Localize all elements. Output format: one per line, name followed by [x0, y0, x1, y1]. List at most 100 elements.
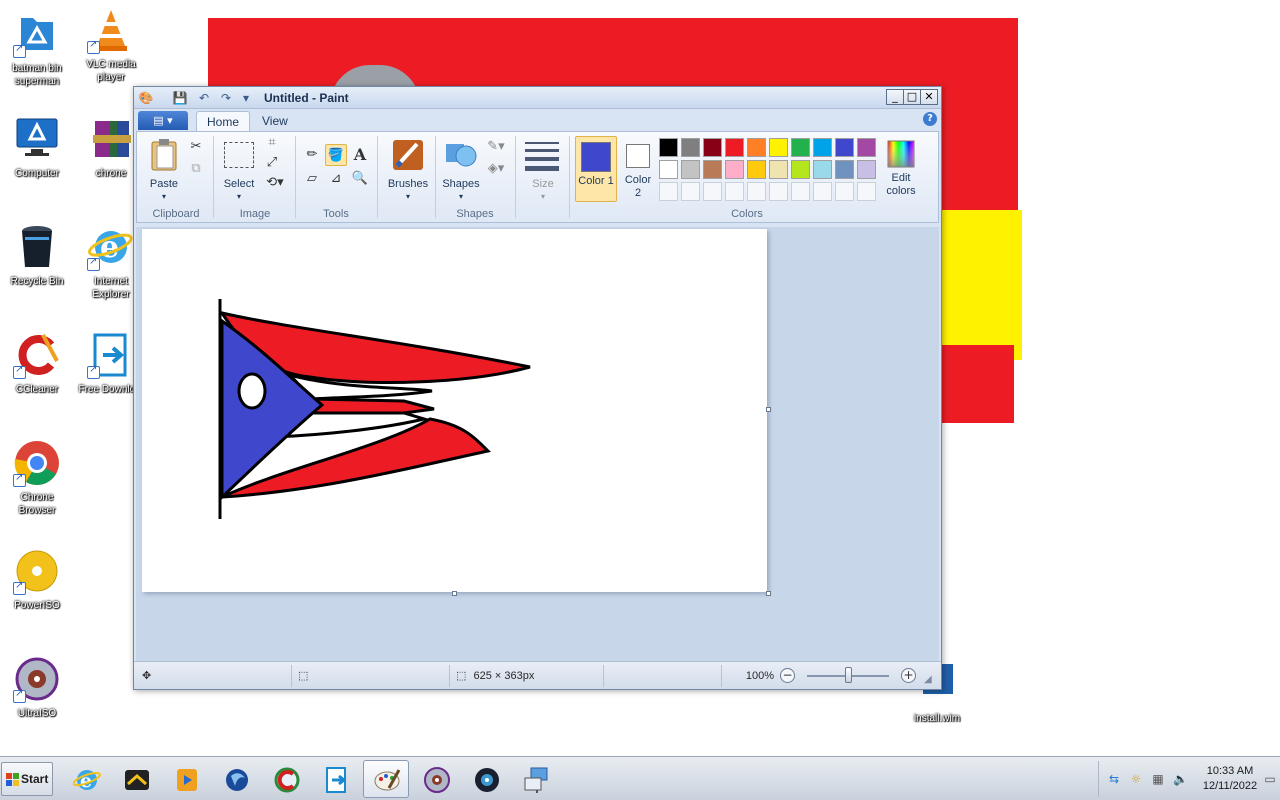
canvas-work-area[interactable] — [136, 227, 939, 661]
redo-icon[interactable]: ↷ — [218, 90, 234, 106]
palette-swatch[interactable] — [703, 160, 722, 179]
palette-swatch-empty[interactable] — [769, 182, 788, 201]
taskbar-button-free-download-manager[interactable] — [313, 760, 359, 798]
canvas-resize-handle-corner[interactable] — [766, 591, 771, 596]
taskbar-button-media-center[interactable] — [113, 760, 159, 798]
taskbar-button-poweriso[interactable] — [463, 760, 509, 798]
title-bar[interactable]: 🎨 💾 ↶ ↷ ▾ Untitled - Paint _ □ ✕ — [134, 87, 941, 109]
palette-swatch[interactable] — [857, 138, 876, 157]
taskbar-button-media-player[interactable] — [163, 760, 209, 798]
palette-swatch-empty[interactable] — [835, 182, 854, 201]
paint-window[interactable]: 🎨 💾 ↶ ↷ ▾ Untitled - Paint _ □ ✕ ▤ ▾ Hom… — [133, 86, 942, 690]
palette-swatch-empty[interactable] — [813, 182, 832, 201]
resize-grip-icon[interactable]: ◢ — [924, 674, 932, 685]
taskbar-button-ultraiso[interactable] — [413, 760, 459, 798]
tray-notification-icon[interactable]: ☼ — [1129, 772, 1143, 786]
palette-swatch-empty[interactable] — [857, 182, 876, 201]
start-button[interactable]: Start — [1, 762, 53, 796]
desktop-icon-recycle-bin[interactable]: Recycle Bin — [2, 223, 72, 288]
palette-swatch[interactable] — [725, 138, 744, 157]
tab-view[interactable]: View — [252, 111, 298, 131]
palette-swatch[interactable] — [681, 138, 700, 157]
select-button[interactable]: Select ▾ — [219, 136, 259, 203]
canvas-resize-handle-bottom[interactable] — [452, 591, 457, 596]
show-desktop-icon[interactable]: ▭ — [1263, 772, 1277, 786]
taskbar-button-paint[interactable] — [363, 760, 409, 798]
palette-swatch[interactable] — [791, 160, 810, 179]
desktop-icon-ccleaner[interactable]: CCleaner — [2, 331, 72, 396]
desktop-icon-poweriso[interactable]: PowerISO — [2, 547, 72, 612]
tray-network-icon[interactable]: ▦ — [1151, 772, 1165, 786]
size-dropdown-icon[interactable]: ▾ — [521, 190, 565, 203]
palette-swatch[interactable] — [835, 160, 854, 179]
magnifier-icon[interactable]: 🔍 — [349, 168, 371, 190]
palette-swatch-empty[interactable] — [725, 182, 744, 201]
taskbar-button-internet-explorer[interactable]: e — [63, 760, 109, 798]
zoom-in-button[interactable]: + — [901, 668, 916, 683]
color-picker-icon[interactable]: ⊿ — [325, 168, 347, 190]
palette-swatch[interactable] — [813, 160, 832, 179]
taskbar-button-network[interactable] — [513, 760, 559, 798]
palette-swatch[interactable] — [725, 160, 744, 179]
help-icon[interactable]: ? — [923, 112, 937, 126]
palette-swatch-empty[interactable] — [681, 182, 700, 201]
palette-swatch[interactable] — [835, 138, 854, 157]
cut-icon[interactable]: ✂ — [185, 136, 207, 158]
crop-icon[interactable]: ⌗ — [261, 132, 283, 154]
palette-swatch-empty[interactable] — [747, 182, 766, 201]
brushes-button[interactable]: Brushes ▾ — [383, 136, 433, 203]
desktop-icon-vlc[interactable]: VLC media player — [76, 6, 146, 84]
zoom-slider-thumb[interactable] — [845, 667, 852, 683]
palette-swatch-empty[interactable] — [791, 182, 810, 201]
tray-download-icon[interactable]: ⇆ — [1107, 772, 1121, 786]
paste-dropdown-icon[interactable]: ▾ — [145, 190, 183, 203]
palette-swatch[interactable] — [769, 138, 788, 157]
customize-quick-access-icon[interactable]: ▾ — [238, 90, 254, 106]
select-dropdown-icon[interactable]: ▾ — [219, 190, 259, 203]
palette-swatch[interactable] — [659, 138, 678, 157]
maximize-button[interactable]: □ — [903, 89, 921, 105]
palette-swatch[interactable] — [703, 138, 722, 157]
palette-swatch[interactable] — [681, 160, 700, 179]
shapes-dropdown-icon[interactable]: ▾ — [439, 190, 483, 203]
copy-icon[interactable]: ⧉ — [185, 158, 207, 180]
color2-button[interactable]: Color 2 — [621, 136, 655, 202]
desktop-icon-chrone-browser[interactable]: Chrone Browser — [2, 439, 72, 517]
clock-time[interactable]: 10:33 AM — [1195, 765, 1265, 777]
palette-swatch[interactable] — [813, 138, 832, 157]
palette-swatch[interactable] — [747, 160, 766, 179]
paint-menu-button[interactable]: ▤ ▾ — [138, 111, 188, 130]
outline-icon[interactable]: ✎▾ — [483, 136, 509, 158]
color1-button[interactable]: Color 1 — [575, 136, 617, 202]
desktop-icon-ultraiso[interactable]: UltraISO — [2, 655, 72, 720]
resize-icon[interactable]: ⤢ — [261, 152, 283, 174]
drawing-canvas[interactable] — [142, 229, 767, 592]
undo-icon[interactable]: ↶ — [196, 90, 212, 106]
palette-swatch-empty[interactable] — [703, 182, 722, 201]
palette-swatch[interactable] — [659, 160, 678, 179]
clock-date[interactable]: 12/11/2022 — [1195, 780, 1265, 792]
close-button[interactable]: ✕ — [920, 89, 938, 105]
text-icon[interactable]: A — [349, 144, 371, 166]
palette-swatch[interactable] — [769, 160, 788, 179]
edit-colors-button[interactable]: Edit colors — [881, 136, 921, 202]
canvas-resize-handle-right[interactable] — [766, 407, 771, 412]
palette-swatch[interactable] — [791, 138, 810, 157]
paint-app-icon[interactable]: 🎨 — [138, 90, 154, 106]
palette-swatch-empty[interactable] — [659, 182, 678, 201]
desktop-icon-computer[interactable]: Computer — [2, 115, 72, 180]
zoom-out-button[interactable]: − — [780, 668, 795, 683]
tray-volume-icon[interactable]: 🔈 — [1173, 772, 1188, 786]
taskbar-button-ccleaner[interactable] — [263, 760, 309, 798]
size-button[interactable]: Size ▾ — [521, 136, 565, 203]
pencil-icon[interactable]: ✏ — [301, 144, 323, 166]
fill-icon[interactable]: 🪣 — [325, 144, 347, 166]
brushes-dropdown-icon[interactable]: ▾ — [383, 190, 433, 203]
shapes-button[interactable]: Shapes ▾ — [439, 136, 483, 203]
taskbar-button-browser[interactable] — [213, 760, 259, 798]
desktop-icon-batman[interactable]: batman bin superman — [2, 10, 72, 88]
palette-swatch[interactable] — [747, 138, 766, 157]
tab-home[interactable]: Home — [196, 111, 251, 131]
paste-button[interactable]: Paste ▾ — [145, 136, 183, 203]
save-icon[interactable]: 💾 — [172, 90, 188, 106]
